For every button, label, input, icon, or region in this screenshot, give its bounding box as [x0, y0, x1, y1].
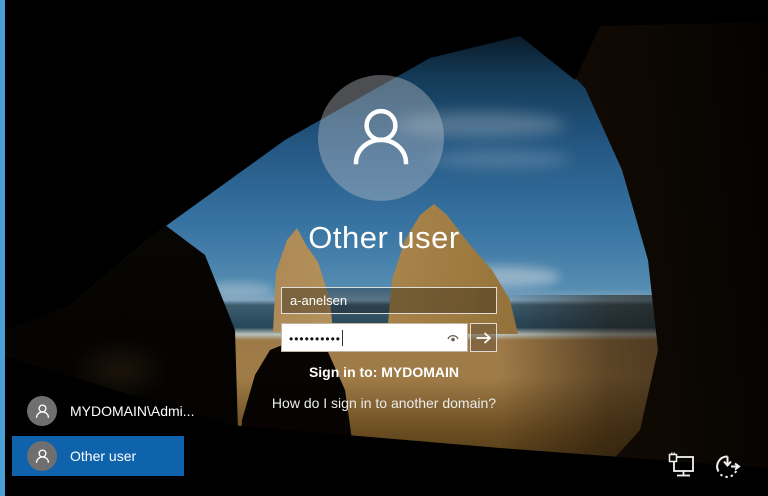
username-input[interactable] [281, 287, 497, 314]
avatar [27, 441, 57, 471]
user-list-item-label: MYDOMAIN\Admi... [70, 403, 195, 419]
person-icon [353, 108, 409, 165]
person-icon [35, 448, 49, 463]
submit-button[interactable] [470, 323, 497, 352]
avatar [318, 75, 444, 201]
person-icon [35, 403, 49, 418]
sign-in-domain-text: Sign in to: MYDOMAIN [308, 364, 460, 380]
password-input[interactable]: •••••••••• [281, 323, 468, 352]
avatar [27, 396, 57, 426]
user-list-item-admin[interactable]: MYDOMAIN\Admi... [12, 391, 194, 431]
arrow-right-icon [476, 331, 492, 344]
user-list-item-other-user[interactable]: Other user [12, 436, 184, 476]
user-list-item-label: Other user [70, 448, 137, 464]
reveal-password-eye-icon[interactable] [445, 331, 461, 345]
page-title: Other user [308, 220, 460, 255]
password-masked-text: •••••••••• [289, 331, 342, 346]
windows-login-screen: Other user •••••••••• Sign in to: MYDOMA… [0, 0, 768, 496]
text-cursor [342, 329, 344, 346]
system-tray [666, 450, 744, 483]
update-restart-icon[interactable] [711, 450, 744, 483]
password-row: •••••••••• [281, 323, 497, 352]
wired-network-icon[interactable] [666, 450, 699, 483]
